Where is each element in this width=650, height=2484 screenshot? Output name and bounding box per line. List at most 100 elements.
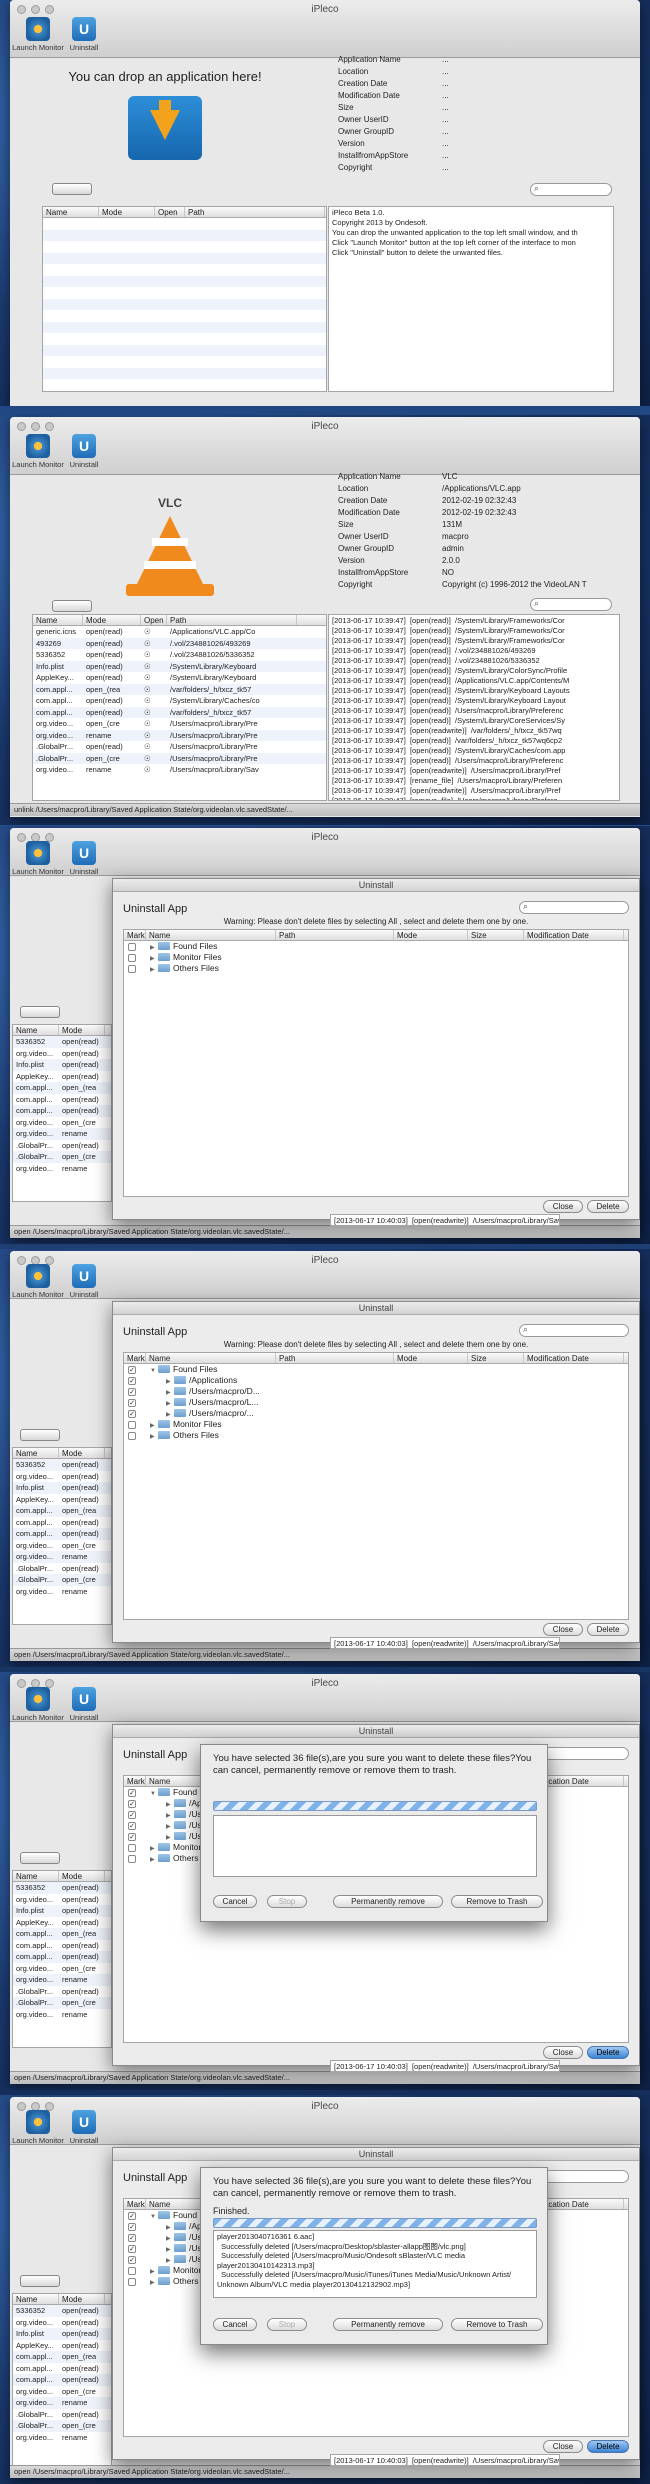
tree-row-group[interactable]: ▶ Others Files [124,1430,628,1441]
table-row[interactable]: org.video... rename [13,2432,111,2444]
table-row[interactable] [43,241,326,253]
magnifier-icon[interactable]: ☉ [141,661,167,673]
table-row[interactable]: 5336352 open(read) [13,1459,111,1471]
table-row[interactable]: com.appl... open(read) ☉/var/folders/_h/tx… [33,706,326,719]
checkbox[interactable]: ✓ [128,2245,136,2253]
magnifier-icon[interactable]: ☉ [141,695,167,707]
table-row[interactable]: org.video... open_(cre [13,2386,111,2398]
table-row[interactable]: Info.plist open(read) [13,1482,111,1494]
checkbox[interactable]: ✓ [128,1789,136,1797]
checkbox[interactable] [128,2267,136,2275]
checkbox[interactable] [128,1844,136,1852]
checkbox[interactable] [128,1855,136,1863]
table-row[interactable]: com.appl... open(read) [13,1528,111,1540]
table-row[interactable]: .GlobalPr... open(read) ☉/Users/macpro/Lib… [33,741,326,753]
table-row[interactable]: org.video... rename [13,2009,111,2021]
magnifier-icon[interactable]: ☉ [141,753,167,765]
checkbox[interactable] [128,1421,136,1429]
uninstall-button[interactable]: Uninstall [58,841,110,876]
table-row[interactable]: Info.plist open(read) [13,1905,111,1917]
table-row[interactable]: .GlobalPr... open_(cre [13,1151,111,1163]
launch-monitor-button[interactable]: Launch Monitor [12,841,64,876]
checkbox[interactable] [128,965,136,973]
magnifier-icon[interactable]: ☉ [141,638,167,650]
magnifier-icon[interactable]: ☉ [141,649,167,661]
table-row[interactable]: com.appl... open(read) [13,1951,111,1963]
table-row[interactable] [43,275,326,287]
cancel-button[interactable]: Cancel [213,2318,257,2331]
table-row[interactable] [43,344,326,356]
magnifier-icon[interactable]: ☉ [141,684,167,696]
tree-row-found-files[interactable]: ▶ Found Files [124,941,628,952]
table-row[interactable]: org.video... rename ☉/Users/macpro/Library… [33,764,326,776]
table-row[interactable] [43,218,326,230]
tree-row-group[interactable]: ▶ Others Files [124,963,628,974]
drop-zone[interactable]: You can drop an application here! [35,63,295,187]
table-row[interactable]: generic.icns open(read) ☉/Applications/VLC… [33,626,326,638]
table-row[interactable]: .GlobalPr... open(read) [13,1986,111,1998]
view-toggle[interactable] [52,600,92,612]
checkbox[interactable]: ✓ [128,2212,136,2220]
magnifier-icon[interactable]: ☉ [141,707,167,719]
table-row[interactable]: AppleKey... open(read) [13,2340,111,2352]
magnifier-icon[interactable]: ☉ [141,718,167,730]
table-row[interactable]: org.video... open_(cre [13,1963,111,1975]
table-row[interactable] [43,321,326,333]
table-row[interactable]: com.appl... open_(rea [13,2351,111,2363]
uninstall-button[interactable]: Uninstall [58,1687,110,1722]
uninstall-button[interactable]: Uninstall [58,17,110,52]
table-row[interactable]: com.appl... open(read) [13,1094,111,1106]
tree-row-subfolder[interactable]: ✓▶/Applications [124,1375,628,1386]
remove-to-trash-button[interactable]: Remove to Trash [451,2318,543,2331]
dialog-search-input[interactable] [519,1324,629,1337]
permanently-remove-button[interactable]: Permanently remove [333,1895,443,1908]
view-toggle[interactable] [20,2275,60,2287]
table-row[interactable] [43,252,326,264]
table-row[interactable]: .GlobalPr... open_(cre [13,1574,111,1586]
table-row[interactable]: com.appl... open_(rea ☉/var/folders/_h/txc… [33,683,326,696]
table-row[interactable]: org.video... open_(cre [13,1117,111,1129]
search-input[interactable] [530,598,612,611]
checkbox[interactable]: ✓ [128,1377,136,1385]
stop-button[interactable]: Stop [267,1895,307,1908]
tree-row-subfolder[interactable]: ✓▶/Users/macpro/D... [124,1386,628,1397]
table-row[interactable]: org.video... rename ☉/Users/macpro/Library… [33,729,326,742]
view-toggle[interactable] [20,1429,60,1441]
delete-button[interactable]: Delete [587,1200,629,1213]
view-toggle[interactable] [20,1852,60,1864]
launch-monitor-button[interactable]: Launch Monitor [12,17,64,52]
tree-row-subfolder[interactable]: ✓▶/Users/macpro/L... [124,1397,628,1408]
search-input[interactable] [530,183,612,196]
table-row[interactable]: org.video... open(read) [13,1048,111,1060]
remove-to-trash-button[interactable]: Remove to Trash [451,1895,543,1908]
magnifier-icon[interactable]: ☉ [141,764,167,776]
dialog-search-input[interactable] [519,901,629,914]
tree-row-group[interactable]: ▶ Monitor Files [124,1419,628,1430]
delete-button[interactable]: Delete [587,2046,629,2059]
checkbox[interactable] [128,943,136,951]
table-row[interactable]: com.appl... open_(rea [13,1505,111,1517]
table-row[interactable]: com.appl... open(read) [13,1517,111,1529]
table-row[interactable]: .GlobalPr... open_(cre [13,2420,111,2432]
table-row[interactable]: AppleKey... open(read) ☉/System/Library/Ke… [33,672,326,684]
checkbox[interactable]: ✓ [128,1399,136,1407]
table-row[interactable]: org.video... rename [13,1163,111,1175]
table-row[interactable] [43,310,326,322]
table-row[interactable] [43,367,326,379]
uninstall-button[interactable]: Uninstall [58,434,110,469]
close-button[interactable]: Close [543,1623,583,1636]
close-button[interactable]: Close [543,2440,583,2453]
table-row[interactable]: 5336352 open(read) [13,1882,111,1894]
checkbox[interactable]: ✓ [128,1833,136,1841]
checkbox[interactable]: ✓ [128,1388,136,1396]
magnifier-icon[interactable]: ☉ [141,741,167,753]
view-toggle[interactable] [52,183,92,195]
close-button[interactable]: Close [543,1200,583,1213]
table-row[interactable]: 5336352 open(read) [13,2305,111,2317]
table-row[interactable]: 5336352 open(read) ☉/.vol/234881026/533635… [33,649,326,661]
checkbox[interactable]: ✓ [128,1811,136,1819]
permanently-remove-button[interactable]: Permanently remove [333,2318,443,2331]
table-row[interactable]: .GlobalPr... open(read) [13,2409,111,2421]
magnifier-icon[interactable]: ☉ [141,730,167,742]
table-row[interactable]: com.appl... open(read) [13,2363,111,2375]
